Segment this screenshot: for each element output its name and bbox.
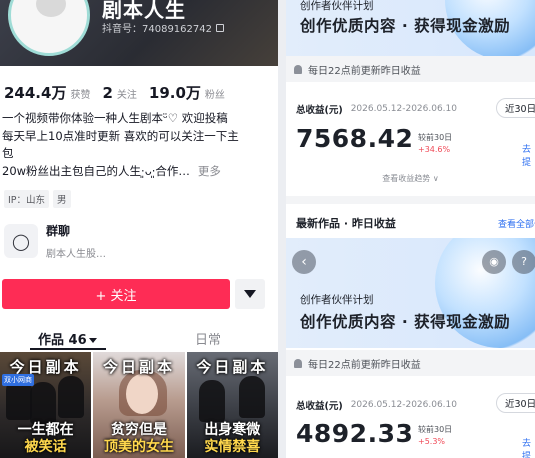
banner-title: 创作优质内容 · 获得现金激励 — [300, 17, 511, 35]
following-count[interactable]: 2 — [102, 84, 112, 102]
tab-daily[interactable]: 日常 — [195, 329, 221, 348]
video-title-top: 今日副本 — [102, 358, 175, 376]
bio-more-link[interactable]: 更多 — [198, 163, 221, 181]
video-caption: 一生都在 被笑话 — [0, 422, 91, 456]
likes-label: 获赞 — [70, 90, 91, 101]
camera-icon[interactable]: ◉ — [482, 250, 506, 274]
earnings-label: 总收益(元) — [296, 105, 343, 116]
section-divider — [286, 196, 535, 204]
followers-count[interactable]: 19.0万 — [149, 82, 201, 103]
withdraw-link[interactable]: 去提 — [522, 436, 535, 458]
banner-subtitle: 创作者伙伴计划 — [300, 0, 374, 12]
earnings-amount: 7568.42 — [296, 124, 414, 153]
bio-line: 20w粉丝出主包自己的人生·͈ᴗ·͈合作… — [2, 163, 190, 178]
active-tab-indicator — [30, 348, 106, 350]
video-caption-line: 实情禁喜 — [204, 439, 261, 455]
back-chevron-icon[interactable]: ‹ — [292, 250, 316, 274]
video-caption: 出身寒微 实情禁喜 — [187, 422, 278, 456]
video-badge: 双小网商 — [2, 374, 34, 386]
compare-percent: +34.6% — [418, 145, 451, 154]
compare-percent: +5.3% — [418, 437, 446, 446]
view-all-works-link[interactable]: 查看全部作品 — [498, 217, 535, 230]
profile-tags: IP：山东 男 — [4, 190, 71, 208]
banner-subtitle: 创作者伙伴计划 — [300, 294, 374, 306]
followers-label: 粉丝 — [204, 90, 225, 101]
section-title: 最新作品 · 昨日收益 — [296, 217, 396, 230]
video-thumbnail[interactable]: 今日副本 双小网商 一生都在 被笑话 — [0, 352, 92, 458]
earnings-date-range: 2026.05.12-2026.06.10 — [350, 104, 457, 114]
bio-line: 包 — [2, 146, 14, 160]
tab-works-label: 作品 46 — [38, 333, 87, 348]
earnings-compare: 较前30日 +5.3% — [418, 424, 452, 448]
bio-line: 每天早上10点准时更新 喜欢的可以关注一下主 — [2, 128, 239, 143]
group-chat-icon: ◯ — [4, 224, 38, 258]
following-label: 关注 — [116, 90, 137, 101]
douyin-id[interactable]: 抖音号：74089162742 — [102, 20, 224, 35]
video-caption-line: 出身寒微 — [204, 422, 261, 438]
video-grid: 今日副本 双小网商 一生都在 被笑话 今日副本 贫穷但是 顶美的女生 今日副本 … — [0, 352, 278, 458]
update-notice-text: 每日22点前更新昨日收益 — [308, 359, 421, 371]
video-caption-line: 被笑话 — [24, 439, 67, 455]
video-title-top: 今日副本 — [196, 358, 269, 376]
filter-button[interactable] — [235, 279, 265, 309]
compare-label: 较前30日 — [418, 425, 453, 434]
bell-icon — [294, 358, 302, 368]
update-notice: 每日22点前更新昨日收益 — [286, 56, 535, 82]
follow-button[interactable]: + 关注 — [2, 279, 230, 309]
banner-title: 创作优质内容 · 获得现金激励 — [300, 313, 511, 331]
latest-works-header: 最新作品 · 昨日收益 查看全部作品 — [296, 215, 535, 231]
group-chat-subtitle: 剧本人生股… — [46, 249, 106, 260]
profile-panel: 剧本人生 抖音号：74089162742 244.4万 获赞 2 关注 19.0… — [0, 0, 278, 458]
caret-down-icon — [88, 338, 97, 343]
copy-icon[interactable] — [216, 23, 224, 32]
video-caption: 贫穷但是 顶美的女生 — [93, 422, 184, 456]
video-caption-line: 顶美的女生 — [103, 439, 174, 455]
compare-label: 较前30日 — [418, 133, 453, 142]
profile-bio: 一个视频带你体验一种人生剧本ᵕ̈♡ 欢迎投稿 每天早上10点准时更新 喜欢的可以… — [2, 110, 276, 180]
bio-line: 一个视频带你体验一种人生剧本ᵕ̈♡ 欢迎投稿 — [2, 111, 228, 125]
tab-works[interactable]: 作品 46 — [38, 329, 97, 348]
douyin-id-text: 抖音号：74089162742 — [102, 24, 212, 35]
bell-icon — [294, 64, 302, 74]
update-notice-text: 每日22点前更新昨日收益 — [308, 65, 421, 77]
filter-icon — [244, 290, 256, 298]
group-chat-entry[interactable]: ◯ 群聊 剧本人生股… — [4, 222, 106, 260]
video-caption-line: 一生都在 — [17, 422, 74, 438]
period-selector[interactable]: 近30日 — [496, 98, 535, 118]
creator-program-banner[interactable]: 创作者伙伴计划 创作优质内容 · 获得现金激励 — [286, 0, 535, 56]
withdraw-link[interactable]: 去提 — [522, 142, 535, 168]
group-chat-title: 群聊 — [46, 224, 71, 238]
creator-earnings-panel: 创作者伙伴计划 创作优质内容 · 获得现金激励 每日22点前更新昨日收益 总收益… — [286, 0, 535, 458]
profile-stats: 244.4万 获赞 2 关注 19.0万 粉丝 — [4, 82, 233, 103]
view-trend-link[interactable]: 查看收益趋势 ∨ — [286, 173, 535, 184]
ip-location-tag: IP：山东 — [4, 190, 50, 208]
earnings-label: 总收益(元) — [296, 401, 343, 412]
earnings-date-range: 2026.05.12-2026.06.10 — [350, 400, 457, 410]
update-notice: 每日22点前更新昨日收益 — [286, 350, 535, 376]
earnings-amount: 4892.33 — [296, 419, 414, 448]
likes-count[interactable]: 244.4万 — [4, 82, 66, 103]
video-caption-line: 贫穷但是 — [110, 422, 167, 438]
gender-tag: 男 — [53, 190, 71, 208]
video-thumbnail[interactable]: 今日副本 出身寒微 实情禁喜 — [186, 352, 278, 458]
period-selector[interactable]: 近30日 — [496, 393, 535, 413]
video-thumbnail[interactable]: 今日副本 贫穷但是 顶美的女生 — [93, 352, 185, 458]
earnings-compare: 较前30日 +34.6% — [418, 132, 452, 156]
help-icon[interactable]: ? — [512, 250, 535, 274]
profile-tabs: 作品 46 日常 — [0, 320, 278, 350]
